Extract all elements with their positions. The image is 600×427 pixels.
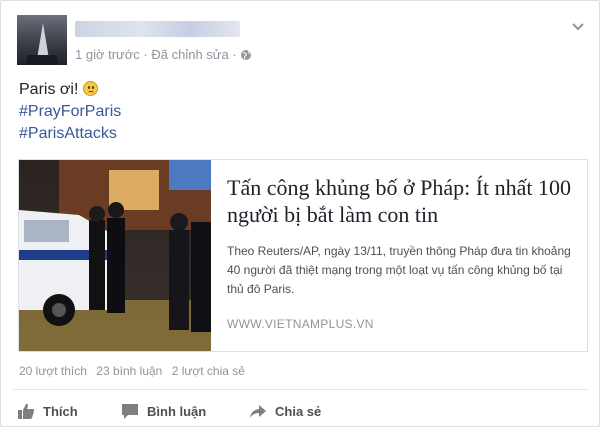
avatar[interactable] xyxy=(17,15,67,65)
shared-link-domain: WWW.VIETNAMPLUS.VN xyxy=(227,317,374,331)
chevron-down-icon[interactable] xyxy=(571,19,585,33)
post-header: 1 giờ trước · Đã chỉnh sửa · xyxy=(17,15,587,65)
share-arrow-icon xyxy=(250,405,266,418)
post-text: Paris ơi! xyxy=(19,81,79,98)
edited-label[interactable]: Đã chỉnh sửa xyxy=(151,47,228,62)
divider xyxy=(13,389,589,390)
shared-link-text: Tấn công khủng bố ở Pháp: Ít nhất 100 ng… xyxy=(227,174,577,331)
comment-icon xyxy=(122,404,138,419)
globe-icon[interactable] xyxy=(240,49,252,64)
like-label: Thích xyxy=(43,403,78,419)
thumbs-up-icon xyxy=(18,403,35,419)
share-count[interactable]: 2 lượt chia sẻ xyxy=(172,364,245,378)
share-button[interactable]: Chia sẻ xyxy=(249,399,321,423)
post-meta: 1 giờ trước · Đã chỉnh sửa · xyxy=(75,47,252,64)
post-time[interactable]: 1 giờ trước xyxy=(75,47,140,62)
comment-count[interactable]: 23 bình luận xyxy=(96,364,162,378)
shared-link-thumbnail[interactable] xyxy=(19,160,211,351)
post-content: Paris ơi! #PrayForParis #ParisAttacks xyxy=(19,79,121,145)
shared-link-title[interactable]: Tấn công khủng bố ở Pháp: Ít nhất 100 ng… xyxy=(227,174,577,228)
post-card: 1 giờ trước · Đã chỉnh sửa · Paris ơi! #… xyxy=(0,0,600,427)
comment-label: Bình luận xyxy=(147,403,207,419)
author-name-blurred[interactable] xyxy=(75,21,240,37)
meta-separator: · xyxy=(232,47,237,62)
share-label: Chia sẻ xyxy=(275,403,322,419)
hashtag-link[interactable]: #PrayForParis xyxy=(19,101,121,123)
like-button[interactable]: Thích xyxy=(17,399,78,423)
frowning-face-icon xyxy=(82,81,98,96)
shared-link-description: Theo Reuters/AP, ngày 13/11, truyền thôn… xyxy=(227,244,571,296)
post-actions: Thích Bình luận Chia sẻ xyxy=(17,399,587,423)
comment-button[interactable]: Bình luận xyxy=(121,399,206,423)
post-text-line: Paris ơi! xyxy=(19,79,121,101)
like-count[interactable]: 20 lượt thích xyxy=(19,364,87,378)
meta-separator: · xyxy=(143,47,148,62)
shared-link-card[interactable]: Tấn công khủng bố ở Pháp: Ít nhất 100 ng… xyxy=(18,159,588,352)
post-stats: 20 lượt thích 23 bình luận 2 lượt chia s… xyxy=(19,364,251,378)
hashtag-link[interactable]: #ParisAttacks xyxy=(19,123,121,145)
